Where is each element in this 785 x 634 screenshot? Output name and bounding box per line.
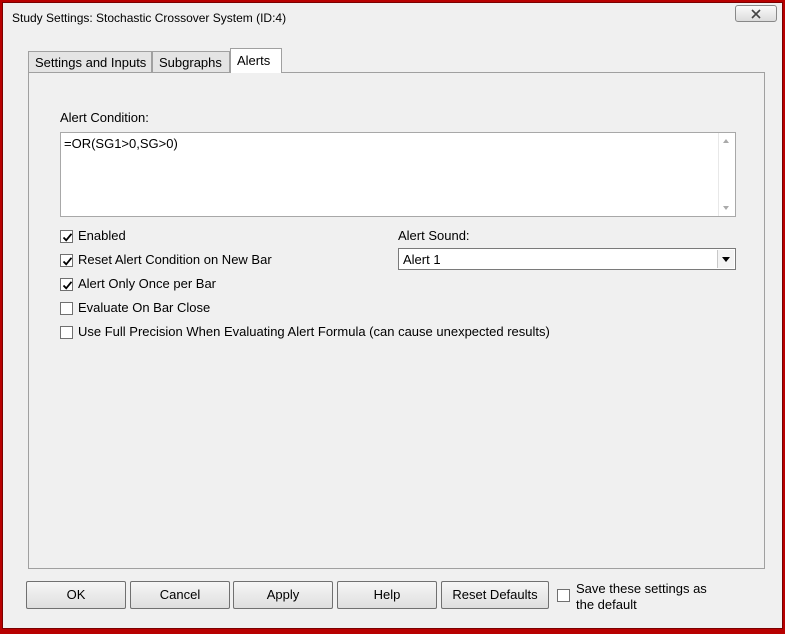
reset-alert-label: Reset Alert Condition on New Bar	[78, 252, 272, 267]
checkbox-box[interactable]	[60, 254, 73, 267]
tab-settings-and-inputs[interactable]: Settings and Inputs	[28, 51, 152, 72]
study-settings-dialog: Study Settings: Stochastic Crossover Sys…	[2, 2, 783, 629]
scroll-down-icon[interactable]	[723, 206, 729, 210]
tab-subgraphs[interactable]: Subgraphs	[152, 51, 230, 72]
save-default-checkbox[interactable]: Save these settings as the default	[557, 581, 717, 617]
alert-condition-text: =OR(SG1>0,SG>0)	[64, 136, 178, 151]
checkbox-box[interactable]	[557, 589, 570, 602]
close-icon	[751, 9, 761, 19]
ok-button[interactable]: OK	[26, 581, 126, 609]
close-button[interactable]	[735, 5, 777, 22]
help-button[interactable]: Help	[337, 581, 437, 609]
enabled-label: Enabled	[78, 228, 126, 243]
alert-condition-scrollbar[interactable]	[718, 133, 735, 216]
alert-once-label: Alert Only Once per Bar	[78, 276, 216, 291]
checkbox-box[interactable]	[60, 326, 73, 339]
window-title: Study Settings: Stochastic Crossover Sys…	[12, 11, 287, 25]
checkbox-box[interactable]	[60, 302, 73, 315]
dropdown-button[interactable]	[717, 250, 734, 268]
alert-sound-select[interactable]: Alert 1	[398, 248, 736, 270]
apply-button[interactable]: Apply	[233, 581, 333, 609]
alerts-panel: Alert Condition: =OR(SG1>0,SG>0) Enabled…	[28, 72, 765, 569]
title-bar: Study Settings: Stochastic Crossover Sys…	[3, 3, 782, 31]
tab-alerts[interactable]: Alerts	[230, 48, 282, 73]
cancel-button[interactable]: Cancel	[130, 581, 230, 609]
checkmark-icon	[62, 257, 73, 266]
alert-sound-value: Alert 1	[403, 252, 441, 267]
full-precision-label: Use Full Precision When Evaluating Alert…	[78, 324, 550, 339]
alert-sound-label: Alert Sound:	[398, 228, 470, 243]
checkmark-icon	[62, 281, 73, 290]
scroll-up-icon[interactable]	[723, 139, 729, 143]
reset-defaults-button[interactable]: Reset Defaults	[441, 581, 549, 609]
alert-condition-label: Alert Condition:	[60, 110, 149, 125]
checkmark-icon	[62, 233, 73, 242]
alert-condition-input[interactable]: =OR(SG1>0,SG>0)	[60, 132, 736, 217]
checkbox-box[interactable]	[60, 230, 73, 243]
chevron-down-icon	[722, 257, 730, 262]
evaluate-bar-close-label: Evaluate On Bar Close	[78, 300, 211, 315]
checkbox-box[interactable]	[60, 278, 73, 291]
save-default-label: Save these settings as the default	[576, 581, 707, 612]
